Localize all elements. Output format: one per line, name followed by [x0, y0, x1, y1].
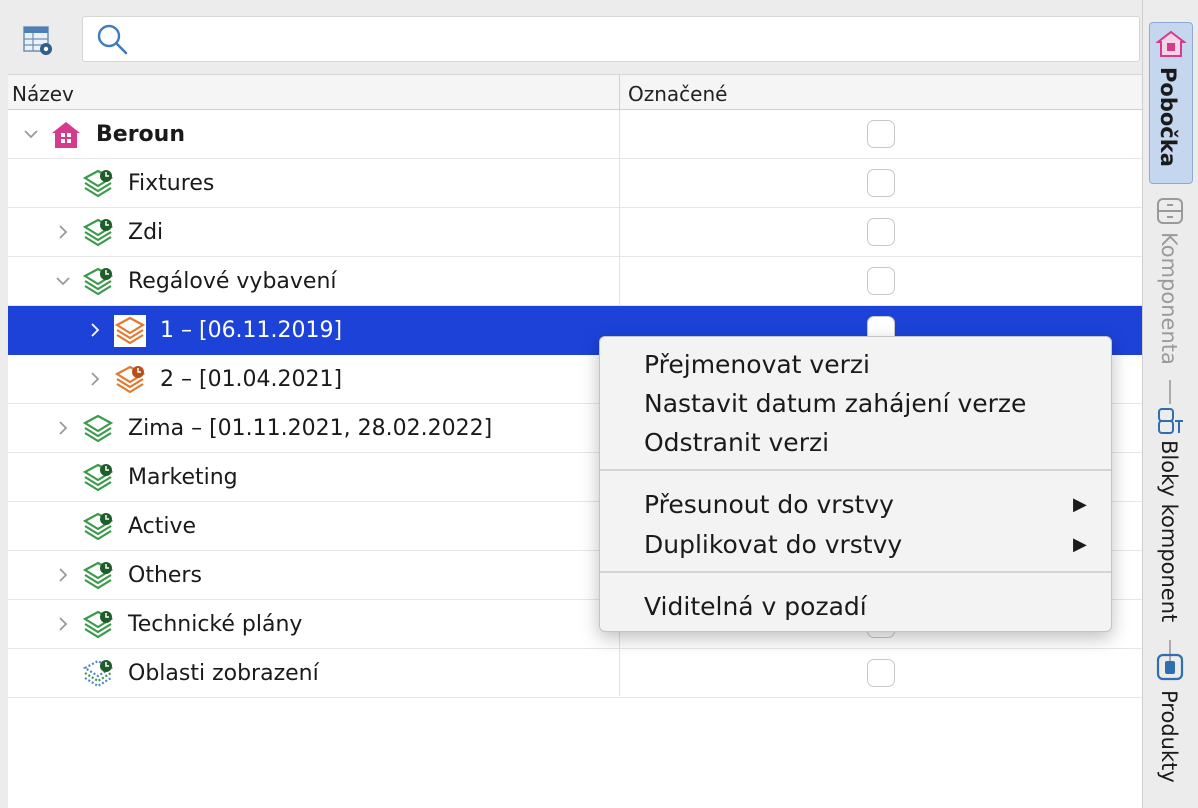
- search-input[interactable]: [139, 23, 1123, 57]
- tree-row-label: Beroun: [96, 122, 185, 147]
- component-blocks-icon: [1158, 408, 1183, 434]
- tree-row-label: Active: [128, 514, 197, 539]
- chevron-right-icon[interactable]: [52, 612, 74, 636]
- menu-item-rename-version[interactable]: Přejmenovat verzi: [644, 347, 870, 383]
- tree-row-oblasti-zobrazeni[interactable]: Oblasti zobrazení: [8, 649, 1142, 698]
- marked-checkbox[interactable]: [867, 267, 895, 295]
- branch-house-icon: [52, 122, 80, 148]
- house-icon: [1156, 30, 1186, 57]
- green-layer-stack-icon: [82, 414, 114, 443]
- right-sidebar: Pobočka Komponenta Bloky komponent Produ…: [1142, 0, 1198, 808]
- marked-checkbox[interactable]: [867, 169, 895, 197]
- green-layer-stack-icon: [82, 610, 114, 639]
- column-divider[interactable]: [619, 75, 620, 110]
- marked-checkbox[interactable]: [867, 120, 895, 148]
- tree-row-label: Oblasti zobrazení: [128, 661, 319, 686]
- tree-row-label: Regálové vybavení: [128, 269, 337, 294]
- toolbar: [0, 0, 1142, 72]
- tree-row-label: Others: [128, 563, 202, 588]
- tree-row-label: 1 – [06.11.2019]: [160, 318, 343, 343]
- tree-row-label: 2 – [01.04.2021]: [160, 367, 343, 392]
- tree-row-label: Technické plány: [128, 612, 303, 637]
- sidebar-tab-label: Komponenta: [1157, 232, 1181, 365]
- menu-item-delete-version[interactable]: Odstranit verzi: [644, 425, 829, 461]
- component-icon: [1157, 198, 1183, 224]
- menu-item-set-start-date[interactable]: Nastavit datum zahájení verze: [644, 386, 1026, 422]
- sidebar-tab-komponenta[interactable]: Komponenta: [1149, 192, 1193, 372]
- sidebar-divider: [1169, 380, 1171, 404]
- sidebar-tab-bloky-komponent[interactable]: Bloky komponent: [1149, 404, 1193, 632]
- submenu-arrow-icon: ▶: [1073, 534, 1087, 555]
- tree-row-label: Marketing: [128, 465, 238, 490]
- chevron-right-icon[interactable]: [52, 416, 74, 440]
- tree-row-zdi[interactable]: Zdi: [8, 208, 1142, 257]
- menu-item-visible-in-background[interactable]: Viditelná v pozadí: [644, 589, 867, 625]
- column-header-name[interactable]: Název: [12, 75, 74, 110]
- chevron-down-icon[interactable]: [52, 269, 74, 293]
- table-header: Název Označené: [8, 74, 1142, 110]
- tree-row-label: Fixtures: [128, 171, 215, 196]
- sidebar-tab-label: Pobočka: [1156, 67, 1180, 167]
- green-layer-stack-icon: [82, 267, 114, 296]
- menu-separator: [600, 469, 1111, 471]
- green-layer-stack-icon: [82, 463, 114, 492]
- search-field[interactable]: [82, 16, 1140, 62]
- context-menu: Přejmenovat verzi Nastavit datum zahájen…: [599, 336, 1112, 632]
- column-header-marked[interactable]: Označené: [628, 75, 727, 110]
- submenu-arrow-icon: ▶: [1073, 494, 1087, 515]
- marked-checkbox[interactable]: [867, 659, 895, 687]
- search-icon: [97, 24, 128, 55]
- chevron-right-icon[interactable]: [52, 563, 74, 587]
- table-settings-icon[interactable]: [22, 24, 56, 58]
- chevron-right-icon[interactable]: [84, 318, 106, 342]
- sidebar-tab-produkty[interactable]: Produkty: [1149, 650, 1193, 800]
- tree-row-label: Zdi: [128, 220, 164, 245]
- sidebar-tab-label: Produkty: [1157, 690, 1181, 783]
- chevron-right-icon[interactable]: [52, 220, 74, 244]
- green-layer-stack-icon: [82, 512, 114, 541]
- green-layer-stack-icon: [82, 169, 114, 198]
- menu-item-move-to-layer[interactable]: Přesunout do vrstvy: [644, 487, 894, 523]
- tree-row-regalove-vybaveni[interactable]: Regálové vybavení: [8, 257, 1142, 306]
- orange-layer-stack-icon: [114, 315, 146, 347]
- tree-row-label: Zima – [01.11.2021, 28.02.2022]: [128, 416, 493, 441]
- sidebar-tab-pobocka[interactable]: Pobočka: [1149, 22, 1193, 184]
- chevron-right-icon[interactable]: [84, 367, 106, 391]
- menu-separator: [600, 571, 1111, 573]
- chevron-down-icon[interactable]: [20, 122, 42, 146]
- tree-row-beroun[interactable]: Beroun: [8, 110, 1142, 159]
- sidebar-tab-label: Bloky komponent: [1157, 440, 1181, 623]
- orange-layer-stack-icon: [114, 365, 146, 394]
- dotted-layer-stack-icon: [82, 659, 114, 688]
- product-icon: [1156, 653, 1184, 681]
- green-layer-stack-icon: [82, 561, 114, 590]
- green-layer-stack-icon: [82, 218, 114, 247]
- menu-item-duplicate-to-layer[interactable]: Duplikovat do vrstvy: [644, 527, 902, 563]
- marked-checkbox[interactable]: [867, 218, 895, 246]
- tree-row-fixtures[interactable]: Fixtures: [8, 159, 1142, 208]
